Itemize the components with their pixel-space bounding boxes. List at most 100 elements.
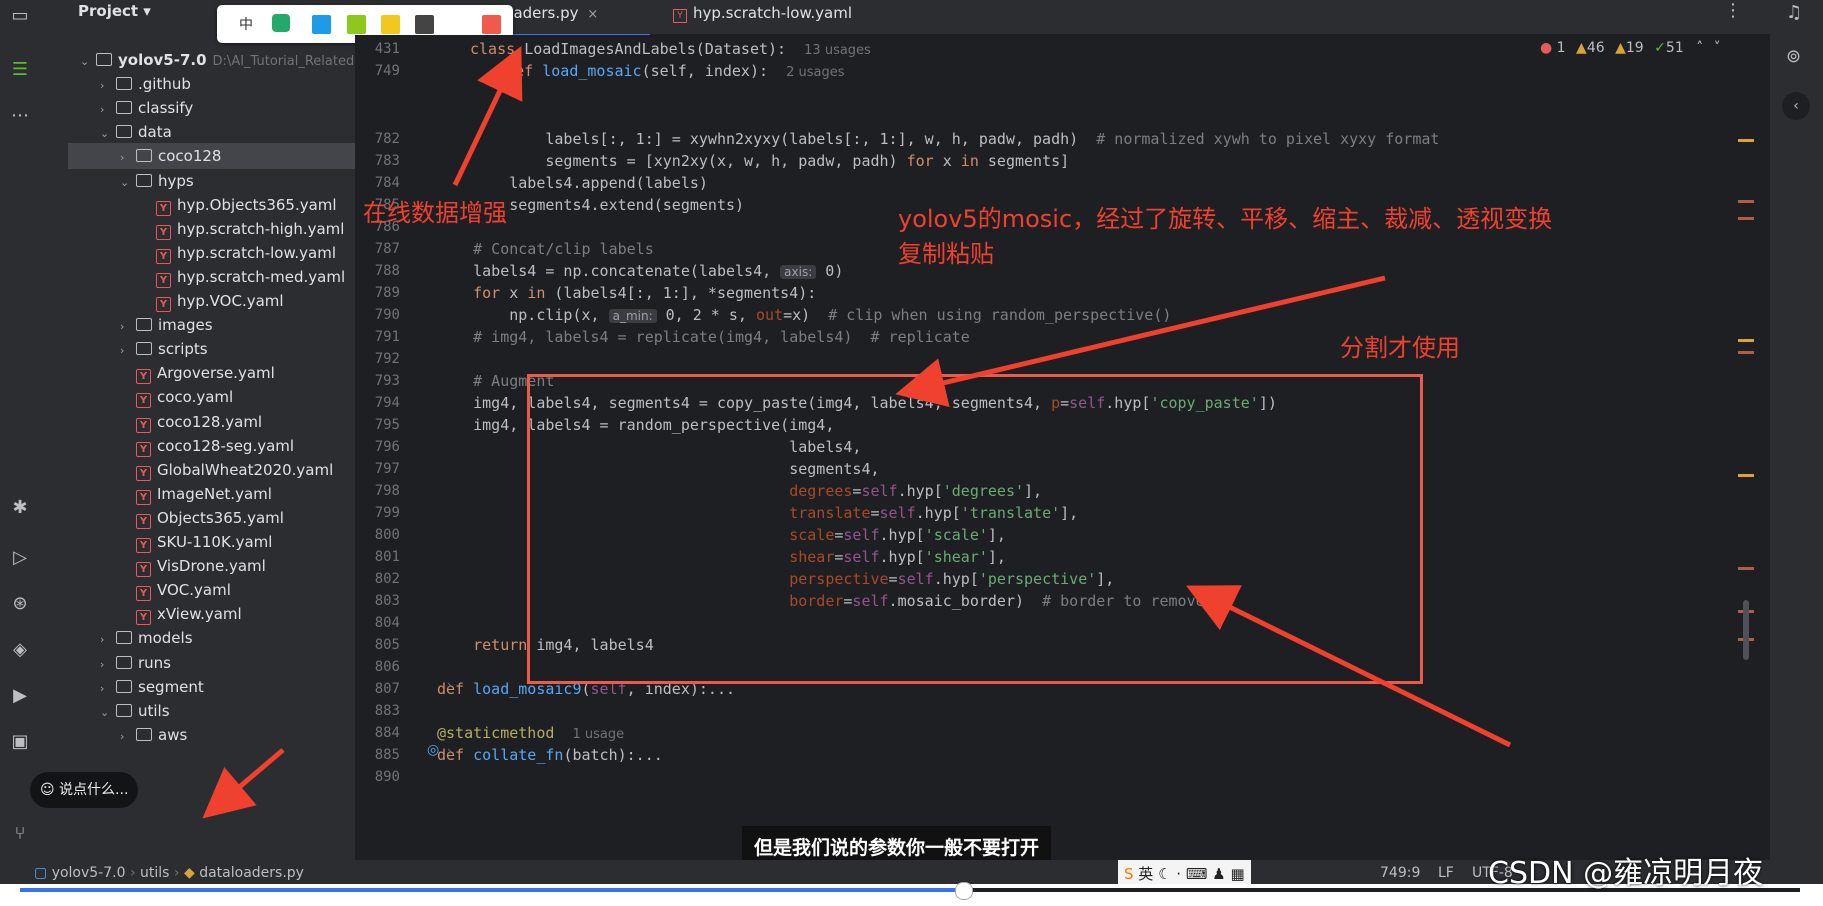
line-number: 795 <box>374 417 400 433</box>
structure-icon[interactable]: ☰ <box>8 58 32 82</box>
chat-bubble[interactable]: ☺ 说点什么... <box>30 772 139 808</box>
tree-file[interactable]: Ycoco.yaml <box>40 384 233 410</box>
scroll-marker[interactable] <box>1738 351 1754 354</box>
swatch-green[interactable] <box>347 15 366 34</box>
tree-folder[interactable]: › runs <box>40 650 171 676</box>
tree-folder[interactable]: ⌄ yolov5-7.0 D:\AI_Tutorial_Related <box>40 47 354 73</box>
folder-icon <box>116 77 132 91</box>
code-line: # img4, labels4 = replicate(img4, labels… <box>473 328 970 346</box>
swatch-yellow[interactable] <box>381 15 400 34</box>
scroll-marker[interactable] <box>1738 139 1754 142</box>
packages-icon[interactable]: ◈ <box>8 638 32 662</box>
editor-scrollbar[interactable] <box>1743 600 1749 660</box>
watermark: CSDN @雍凉明月夜 <box>1488 856 1764 891</box>
tree-folder[interactable]: ⌄ hyps <box>40 168 194 194</box>
tree-folder[interactable]: › coco128 <box>68 143 382 170</box>
tree-file[interactable]: Yhyp.scratch-low.yaml <box>40 240 336 266</box>
chat-icon: ☺ <box>40 782 60 798</box>
collapse-panel-icon[interactable]: ‹ <box>1782 92 1810 120</box>
tree-folder[interactable]: › .github <box>40 71 191 97</box>
code-line: @staticmethod 1 usage <box>437 724 625 742</box>
green-tool-icon[interactable] <box>272 14 290 32</box>
tree-folder[interactable]: › segment <box>40 674 204 700</box>
tree-file[interactable]: Yhyp.scratch-high.yaml <box>40 216 344 242</box>
code-line: # Concat/clip labels <box>473 240 654 258</box>
tree-item-path: D:\AI_Tutorial_Related <box>212 54 355 69</box>
tree-file[interactable]: Yhyp.scratch-med.yaml <box>40 264 345 290</box>
progress-fill <box>20 888 964 892</box>
tree-item-label: .github <box>138 75 191 94</box>
tree-folder[interactable]: ⌄ data <box>40 119 172 145</box>
progress-knob[interactable] <box>955 882 974 900</box>
debug-icon[interactable]: ✱ <box>8 496 32 520</box>
tree-folder[interactable]: ⌄ utils <box>40 698 170 724</box>
tree-file[interactable]: Yhyp.VOC.yaml <box>40 288 284 314</box>
line-number: 884 <box>374 725 400 741</box>
tree-file[interactable]: Y Argoverse.yaml <box>40 360 275 386</box>
services-icon[interactable]: ▶ <box>8 684 32 708</box>
yaml-file-icon: Y <box>136 369 151 385</box>
scroll-marker[interactable] <box>1738 567 1754 570</box>
code-editor[interactable]: 431 class LoadImagesAndLabels(Dataset): … <box>355 35 1770 860</box>
tree-item-label: classify <box>138 99 194 118</box>
folder-icon[interactable]: ▭ <box>8 4 32 28</box>
swatch-red[interactable] <box>482 15 501 34</box>
line-number: 802 <box>374 571 400 587</box>
tree-file[interactable]: Y Objects365.yaml <box>40 505 284 531</box>
caret-position[interactable]: 749:9 <box>1380 865 1420 881</box>
notifications-icon[interactable]: ♫ <box>1786 2 1802 23</box>
highlight-box <box>527 374 1423 684</box>
tab-menu-icon[interactable]: ⋮ <box>1724 0 1742 21</box>
fold-chevron-icon[interactable]: › <box>447 678 452 692</box>
tree-file[interactable]: Yhyp.Objects365.yaml <box>40 192 337 218</box>
close-icon[interactable]: × <box>587 7 598 22</box>
tree-file[interactable]: Y GlobalWheat2020.yaml <box>40 457 333 483</box>
scroll-marker[interactable] <box>1738 474 1754 477</box>
annotation-mosaic-1: yolov5的mosic，经过了旋转、平移、缩主、裁减、透视变换 <box>898 205 1553 233</box>
tree-folder[interactable]: › scripts <box>40 336 208 362</box>
chevron-right-icon[interactable]: › <box>120 724 136 750</box>
scroll-marker[interactable] <box>1738 200 1754 203</box>
warning-icon: ▲ <box>1576 40 1587 56</box>
tree-folder[interactable]: › images <box>40 312 213 338</box>
terminal-icon[interactable]: ▣ <box>8 730 32 754</box>
yaml-file-icon: Y <box>136 465 151 481</box>
swatch-dark[interactable] <box>415 15 434 34</box>
more-icon[interactable]: ⋯ <box>8 104 32 128</box>
ime-indicator[interactable]: 中 <box>239 14 253 34</box>
implemented-icon[interactable]: ◎ <box>427 742 439 758</box>
python-console-icon[interactable]: ⊛ <box>8 592 32 616</box>
code-line: labels4 = np.concatenate(labels4, axis: … <box>437 262 844 280</box>
tree-file[interactable]: Y VisDrone.yaml <box>40 553 266 579</box>
inspection-widget[interactable]: ● 1 ▲46 ▲19 ✓51 ˄ ˅ <box>1540 40 1721 56</box>
git-icon[interactable]: ⑂ <box>8 822 32 846</box>
run-icon[interactable]: ▷ <box>8 546 32 570</box>
tree-file[interactable]: Y SKU-110K.yaml <box>40 529 272 555</box>
line-number: 431 <box>374 41 400 57</box>
tree-folder[interactable]: › aws <box>40 722 187 748</box>
tree-file[interactable]: Ycoco128-seg.yaml <box>40 433 294 459</box>
scroll-marker[interactable] <box>1738 339 1754 342</box>
line-separator[interactable]: LF <box>1438 865 1454 881</box>
ai-assistant-icon[interactable]: ⊚ <box>1786 46 1801 67</box>
project-title[interactable]: Project ▾ <box>78 2 151 20</box>
scroll-marker[interactable] <box>1738 217 1754 220</box>
yaml-file-icon: Y <box>136 586 151 602</box>
fold-chevron-icon[interactable]: › <box>447 744 452 758</box>
chevron-up-icon: ˄ <box>1696 40 1704 56</box>
yaml-file-icon: Y <box>156 224 171 240</box>
swatch-blue[interactable] <box>312 15 331 34</box>
tree-file[interactable]: Ycoco128.yaml <box>40 409 262 435</box>
folder-icon <box>116 655 132 669</box>
tree-file[interactable]: Y ImageNet.yaml <box>40 481 272 507</box>
tree-file[interactable]: Y VOC.yaml <box>40 577 231 603</box>
yaml-file-icon: Y <box>136 489 151 505</box>
tree-folder[interactable]: › classify <box>40 95 193 121</box>
tree-folder[interactable]: › models <box>40 625 193 651</box>
tab-hyp-scratch-low[interactable]: Yhyp.scratch-low.yaml <box>673 0 893 34</box>
tree-item-label: hyp.VOC.yaml <box>177 292 284 310</box>
tree-file[interactable]: YxView.yaml <box>40 601 242 627</box>
line-number: 890 <box>374 769 400 785</box>
tree-item-label: coco.yaml <box>157 388 234 407</box>
folder-icon <box>96 53 112 66</box>
